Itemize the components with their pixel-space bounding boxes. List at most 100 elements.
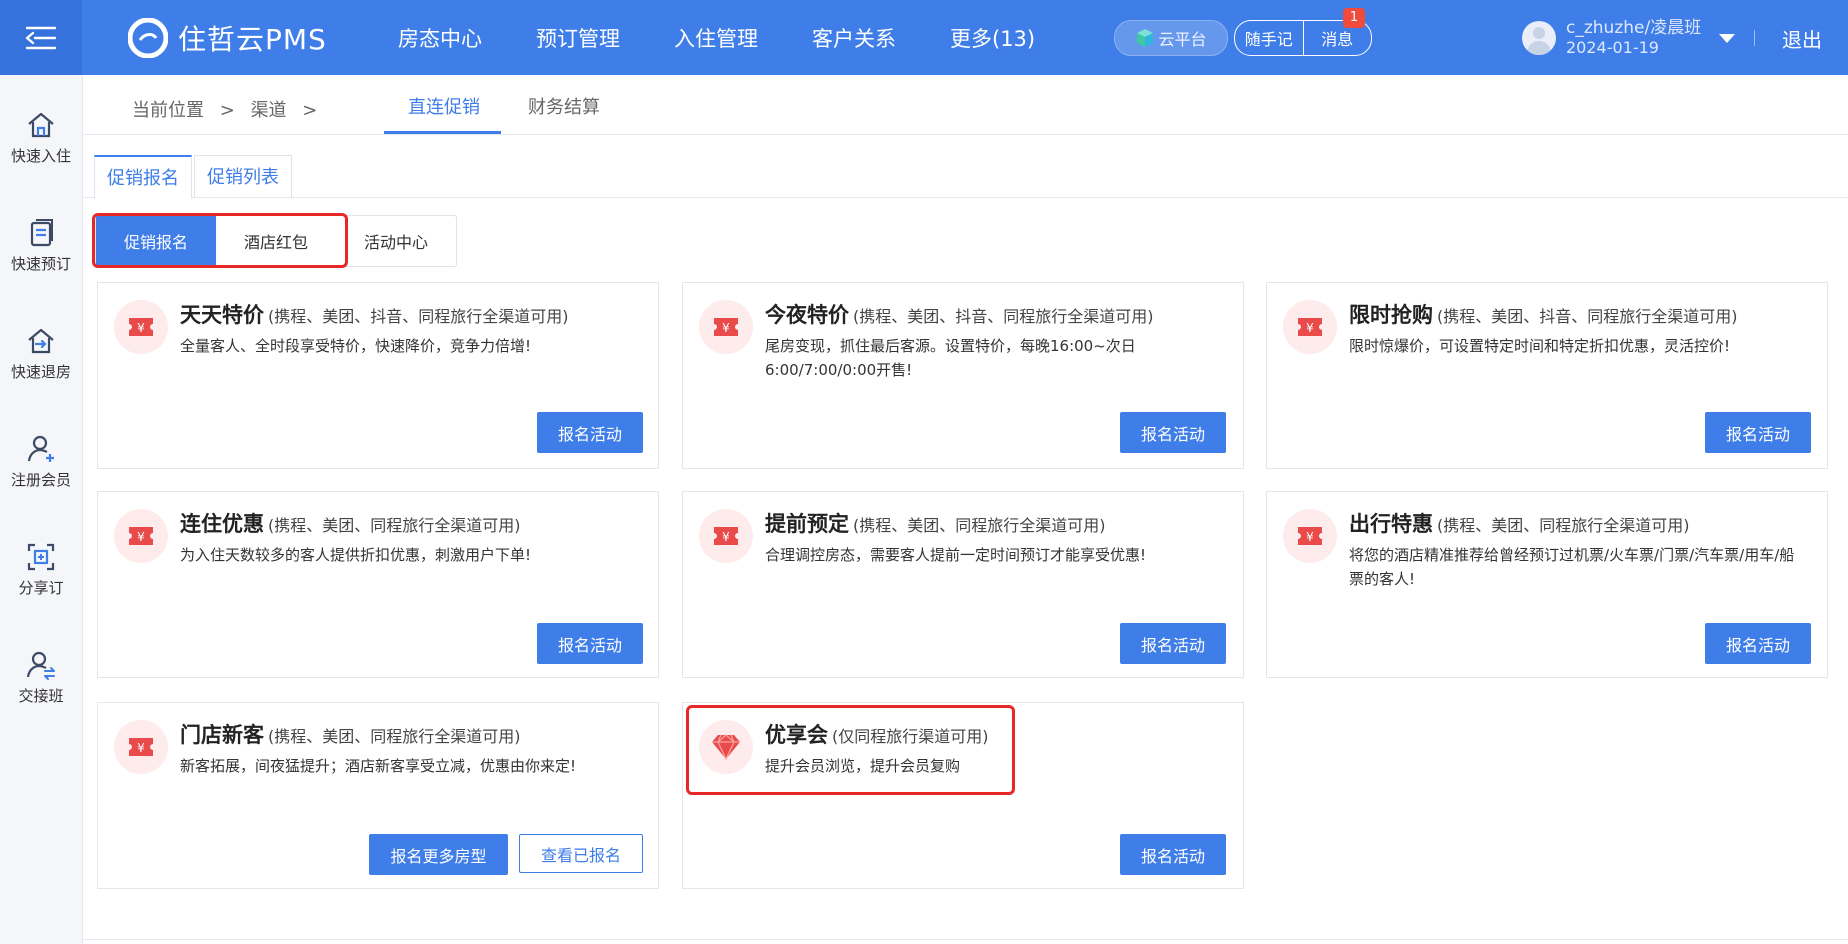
signup-activity-button[interactable]: 报名活动	[1120, 412, 1226, 453]
sidebar-item-register-member[interactable]: 注册会员	[0, 433, 82, 490]
card-title: 今夜特价	[765, 303, 849, 327]
signup-activity-button[interactable]: 报名活动	[1705, 412, 1811, 453]
view-registered-button[interactable]: 查看已报名	[519, 834, 643, 873]
brand-logo-icon	[128, 18, 168, 58]
sub-tabs: 促销报名 促销列表	[82, 155, 1848, 199]
segment-hotel-red-packet[interactable]: 酒店红包	[216, 216, 336, 266]
messages-label: 消息	[1321, 30, 1354, 49]
card-title: 限时抢购	[1349, 303, 1433, 327]
svg-text:¥: ¥	[1306, 530, 1314, 544]
messages-button[interactable]: 消息 1	[1302, 8, 1372, 55]
message-count-badge: 1	[1343, 8, 1365, 28]
main-nav: 房态中心 预订管理 入住管理 客户关系 更多(13)	[398, 0, 1089, 75]
ticket-icon: ¥	[114, 720, 168, 774]
menu-toggle-icon[interactable]	[0, 0, 82, 75]
card-channel-note: (携程、美团、抖音、同程旅行全渠道可用)	[268, 307, 569, 326]
promo-card-tonight-special: ¥ 今夜特价 (携程、美团、抖音、同程旅行全渠道可用) 尾房变现，抓住最后客源。设…	[682, 282, 1244, 469]
user-name: c_zhuzhe/凌晨班	[1566, 18, 1702, 38]
home-icon	[28, 112, 54, 138]
promo-card-member-club: 优享会 (仅同程旅行渠道可用) 提升会员浏览，提升会员复购 报名活动	[682, 702, 1244, 889]
segment-control: 促销报名 酒店红包 活动中心	[95, 215, 457, 267]
divider	[82, 939, 1848, 940]
card-title: 门店新客	[180, 723, 264, 747]
signup-activity-button[interactable]: 报名活动	[1120, 623, 1226, 664]
nav-reservation[interactable]: 预订管理	[536, 23, 620, 53]
sidebar: 快速入住 快速预订 快速退房 注册会员 分享订 交接班	[0, 75, 83, 944]
sidebar-item-handover[interactable]: 交接班	[0, 649, 82, 706]
card-description: 将您的酒店精准推荐给曾经预订过机票/火车票/门票/汽车票/用车/船票的客人!	[1349, 546, 1795, 588]
top-bar: 住哲云PMS 房态中心 预订管理 入住管理 客户关系 更多(13) 云平台 随手…	[0, 0, 1848, 75]
sidebar-item-label: 快速退房	[10, 363, 71, 381]
signup-activity-button[interactable]: 报名活动	[537, 623, 643, 664]
breadcrumb-separator: >	[219, 100, 235, 121]
card-description: 尾房变现，抓住最后客源。设置特价，每晚16:00~次日6:00/7:00/0:0…	[765, 337, 1136, 379]
card-title: 连住优惠	[180, 512, 264, 536]
card-description: 全量客人、全时段享受特价，快速降价，竞争力倍增!	[180, 337, 532, 355]
card-description: 限时惊爆价，可设置特定时间和特定折扣优惠，灵活控价!	[1349, 337, 1731, 355]
segment-activity-center[interactable]: 活动中心	[336, 216, 456, 266]
notes-label: 随手记	[1244, 30, 1293, 49]
card-title: 提前预定	[765, 512, 849, 536]
svg-text:¥: ¥	[722, 530, 730, 544]
card-description: 提升会员浏览，提升会员复购	[765, 757, 961, 775]
svg-text:¥: ¥	[1306, 321, 1314, 335]
tab-promotion-signup[interactable]: 促销报名	[94, 155, 192, 199]
user-menu[interactable]: c_zhuzhe/凌晨班 2024-01-19	[1522, 16, 1736, 60]
logout-button[interactable]: 退出	[1782, 24, 1822, 53]
promo-card-early-booking: ¥ 提前预定 (携程、美团、同程旅行全渠道可用) 合理调控房态，需要客人提前一定时…	[682, 491, 1244, 678]
signup-activity-button[interactable]: 报名活动	[537, 412, 643, 453]
promo-card-new-guest: ¥ 门店新客 (携程、美团、同程旅行全渠道可用) 新客拓展，间夜猛提升；酒店新客享…	[97, 702, 659, 889]
sidebar-item-label: 快速预订	[10, 255, 71, 273]
cloud-platform-button[interactable]: 云平台	[1114, 20, 1228, 56]
card-title: 优享会	[765, 723, 828, 747]
card-description: 新客拓展，间夜猛提升；酒店新客享受立减，优惠由你来定!	[180, 757, 577, 775]
promo-card-travel-deal: ¥ 出行特惠 (携程、美团、同程旅行全渠道可用) 将您的酒店精准推荐给曾经预订过机…	[1266, 491, 1828, 678]
nav-crm[interactable]: 客户关系	[812, 23, 896, 53]
ticket-icon: ¥	[1283, 300, 1337, 354]
quick-actions: 随手记 消息 1	[1234, 8, 1372, 56]
avatar	[1522, 21, 1556, 55]
card-channel-note: (携程、美团、同程旅行全渠道可用)	[853, 516, 1106, 535]
card-channel-note: (仅同程旅行渠道可用)	[832, 727, 989, 746]
signup-activity-button[interactable]: 报名活动	[1705, 623, 1811, 664]
svg-text:¥: ¥	[137, 530, 145, 544]
ticket-icon: ¥	[699, 300, 753, 354]
svg-text:¥: ¥	[137, 321, 145, 335]
segment-promotion-signup[interactable]: 促销报名	[96, 216, 216, 266]
sidebar-item-quick-checkin[interactable]: 快速入住	[0, 109, 82, 166]
ticket-icon: ¥	[1283, 509, 1337, 563]
nav-more[interactable]: 更多(13)	[950, 23, 1035, 53]
sidebar-item-label: 分享订	[18, 579, 64, 597]
brand-name: 住哲云PMS	[178, 23, 327, 56]
nav-checkin[interactable]: 入住管理	[674, 23, 758, 53]
tab-direct-promotion[interactable]: 直连促销	[408, 93, 480, 119]
breadcrumb-channel[interactable]: 渠道	[251, 100, 287, 121]
card-channel-note: (携程、美团、抖音、同程旅行全渠道可用)	[853, 307, 1154, 326]
document-icon	[30, 219, 53, 247]
card-title: 天天特价	[180, 303, 264, 327]
signup-more-room-types-button[interactable]: 报名更多房型	[369, 834, 508, 875]
nav-room-status[interactable]: 房态中心	[398, 23, 482, 53]
sidebar-item-quick-booking[interactable]: 快速预订	[0, 217, 82, 274]
notes-button[interactable]: 随手记	[1235, 21, 1303, 55]
breadcrumb-separator: >	[302, 100, 318, 121]
sidebar-item-share-booking[interactable]: 分享订	[0, 541, 82, 598]
sidebar-item-label: 注册会员	[10, 471, 71, 489]
breadcrumb-current: 当前位置	[132, 100, 204, 121]
card-title: 出行特惠	[1349, 512, 1433, 536]
sidebar-item-quick-checkout[interactable]: 快速退房	[0, 325, 82, 382]
tab-promotion-list[interactable]: 促销列表	[194, 155, 292, 197]
ticket-icon: ¥	[114, 509, 168, 563]
business-date: 2024-01-19	[1566, 38, 1659, 57]
sidebar-item-label: 交接班	[18, 687, 64, 705]
chevron-down-icon[interactable]	[1719, 33, 1736, 43]
card-channel-note: (携程、美团、同程旅行全渠道可用)	[1437, 516, 1690, 535]
handover-icon	[26, 651, 55, 680]
user-add-icon	[27, 435, 54, 462]
tab-finance-settlement[interactable]: 财务结算	[528, 93, 600, 119]
signup-activity-button[interactable]: 报名活动	[1120, 834, 1226, 875]
share-icon	[27, 543, 55, 571]
card-description: 为入住天数较多的客人提供折扣优惠，刺激用户下单!	[180, 546, 532, 564]
card-channel-note: (携程、美团、同程旅行全渠道可用)	[268, 516, 521, 535]
svg-text:¥: ¥	[137, 741, 145, 755]
